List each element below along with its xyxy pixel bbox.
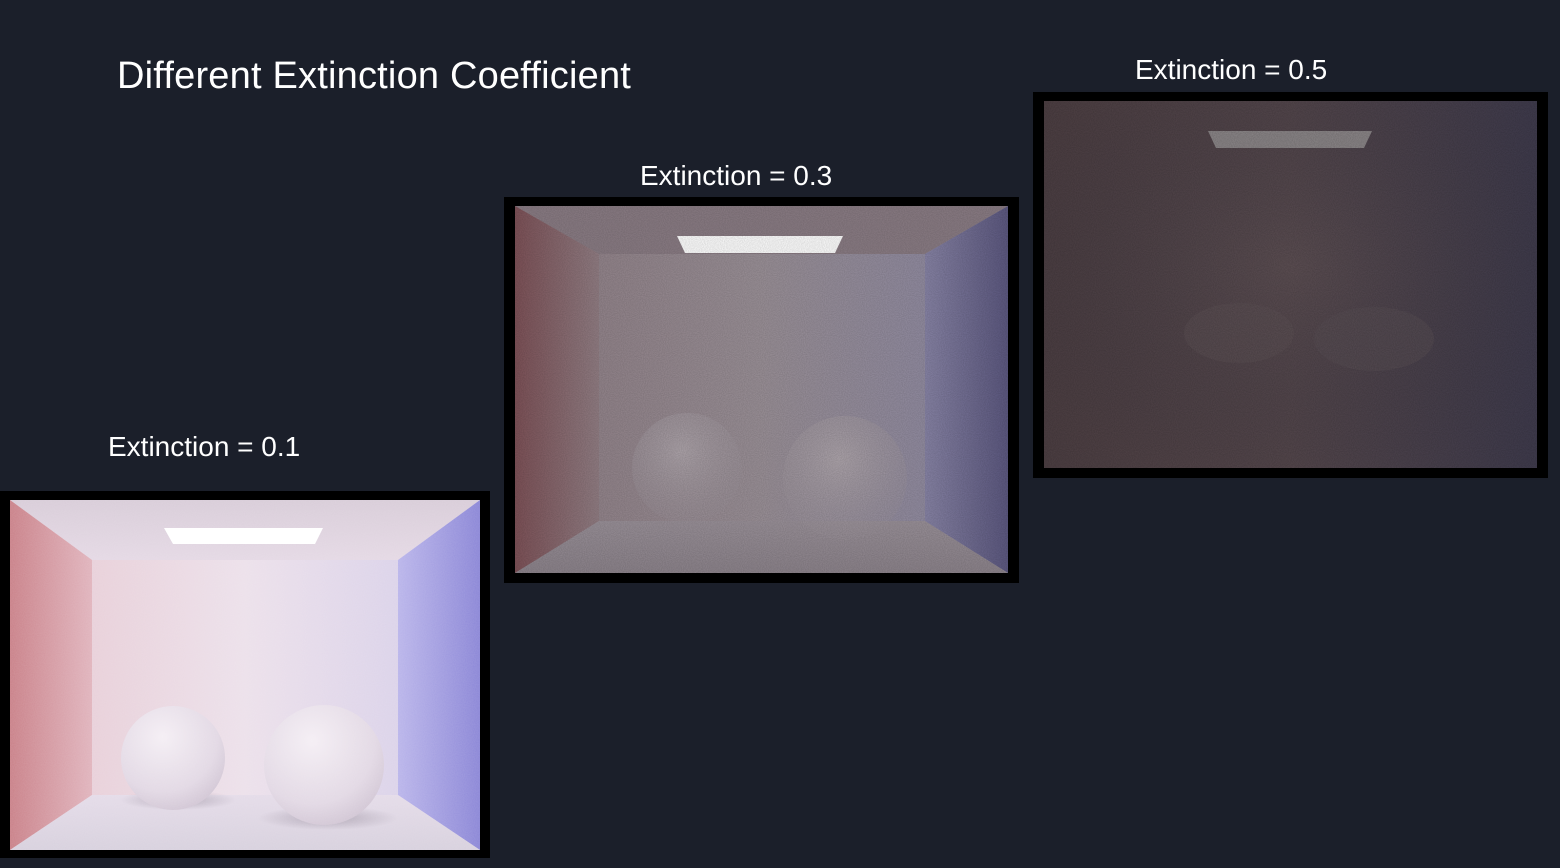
render-extinction-0.3 — [504, 197, 1019, 583]
slide-title: Different Extinction Coefficient — [117, 55, 632, 97]
render-extinction-0.5 — [1033, 92, 1548, 478]
render-extinction-0.1 — [0, 491, 490, 858]
caption-extinction-0.3: Extinction = 0.3 — [640, 160, 833, 191]
caption-extinction-0.1: Extinction = 0.1 — [108, 431, 301, 462]
caption-extinction-0.5: Extinction = 0.5 — [1135, 54, 1328, 85]
